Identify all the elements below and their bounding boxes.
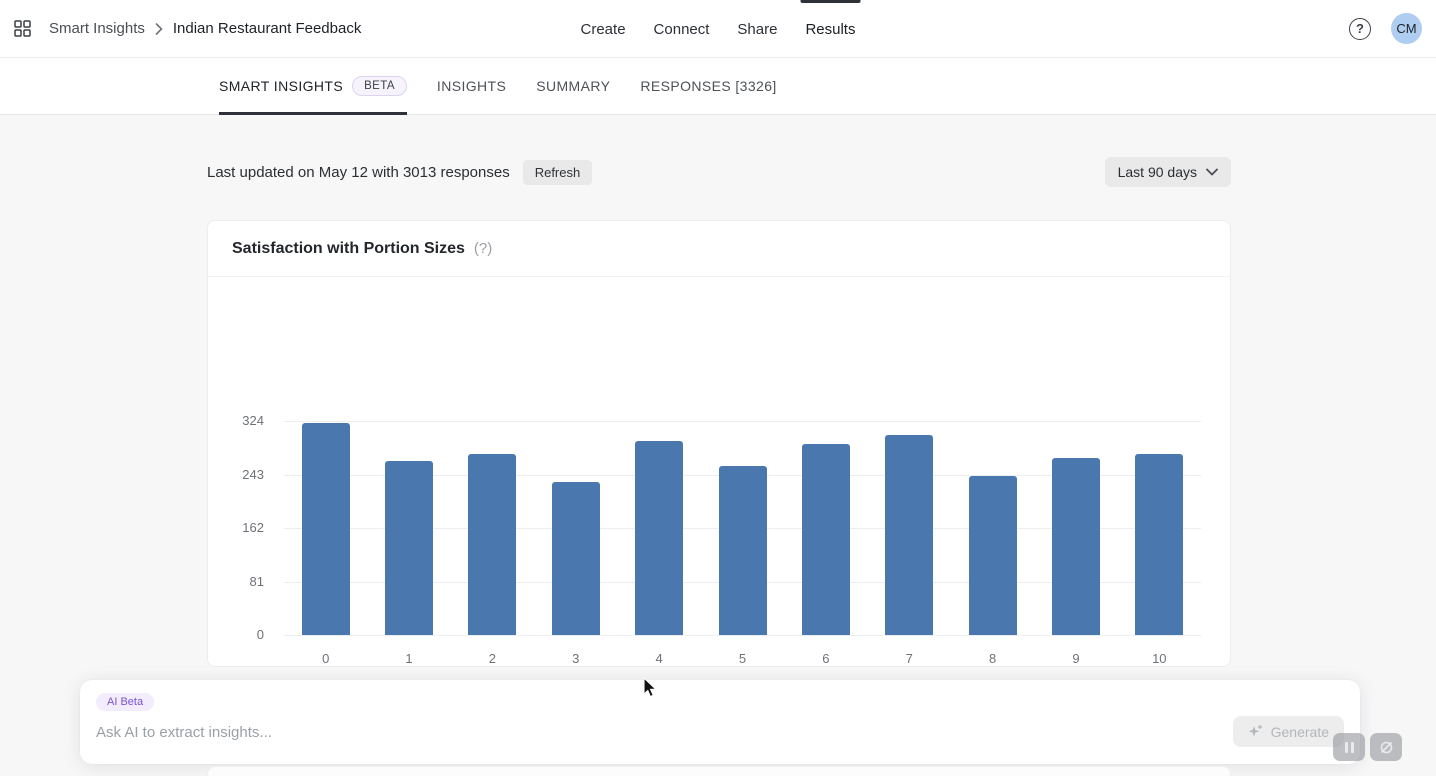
y-axis-tick: 243	[216, 467, 264, 482]
insight-card: Satisfaction with Portion Sizes (?) Numb…	[207, 220, 1231, 667]
tab-responses-label: RESPONSES [3326]	[640, 78, 776, 94]
primary-nav: Create Connect Share Results	[581, 0, 856, 58]
x-axis-tick: 5	[701, 651, 784, 666]
sparkle-icon	[1248, 724, 1263, 739]
x-axis-tick: 0	[284, 651, 367, 666]
x-axis-tick: 4	[617, 651, 700, 666]
x-axis-tick: 7	[868, 651, 951, 666]
apps-grid-icon[interactable]	[14, 20, 31, 37]
x-axis-tick: 1	[367, 651, 450, 666]
status-row: Last updated on May 12 with 3013 respons…	[207, 159, 1231, 185]
insight-card-header: Satisfaction with Portion Sizes (?)	[208, 221, 1230, 277]
generate-button-label: Generate	[1271, 724, 1329, 740]
x-axis-tick: 3	[534, 651, 617, 666]
bar[interactable]	[635, 441, 683, 635]
last-updated-text: Last updated on May 12 with 3013 respons…	[207, 164, 510, 181]
tab-responses[interactable]: RESPONSES [3326]	[640, 58, 776, 114]
navbar-right: ? CM	[1349, 13, 1422, 44]
help-icon[interactable]: ?	[1349, 18, 1371, 40]
bar[interactable]	[468, 454, 516, 635]
y-axis-tick: 324	[216, 413, 264, 428]
tab-summary-label: SUMMARY	[536, 78, 610, 94]
tab-insights[interactable]: INSIGHTS	[437, 58, 506, 114]
chart-plot: Number of responses 08116224332401234567…	[208, 277, 1230, 666]
content-area: Last updated on May 12 with 3013 respons…	[207, 159, 1231, 667]
nav-item-share[interactable]: Share	[737, 0, 777, 58]
gridline	[284, 421, 1201, 422]
insight-card-title: Satisfaction with Portion Sizes	[232, 240, 465, 258]
nav-item-create[interactable]: Create	[581, 0, 626, 58]
ai-prompt-input[interactable]	[96, 718, 1156, 746]
bar[interactable]	[885, 435, 933, 635]
nav-item-connect[interactable]: Connect	[654, 0, 710, 58]
bar[interactable]	[802, 444, 850, 635]
y-axis-tick: 81	[216, 574, 264, 589]
bar[interactable]	[302, 423, 350, 635]
y-axis-tick: 0	[216, 627, 264, 642]
bar[interactable]	[552, 482, 600, 635]
breadcrumb: Smart Insights Indian Restaurant Feedbac…	[14, 20, 361, 37]
breadcrumb-page: Indian Restaurant Feedback	[173, 20, 361, 37]
x-axis-tick: 8	[951, 651, 1034, 666]
recording-overlay-controls	[1333, 733, 1402, 761]
generate-button[interactable]: Generate	[1233, 716, 1344, 747]
date-range-dropdown[interactable]: Last 90 days	[1105, 157, 1231, 187]
bar[interactable]	[1052, 458, 1100, 635]
refresh-button[interactable]: Refresh	[523, 160, 593, 185]
chevron-down-icon	[1206, 168, 1218, 176]
x-axis-tick: 10	[1118, 651, 1201, 666]
beta-badge: BETA	[352, 76, 407, 96]
tab-summary[interactable]: SUMMARY	[536, 58, 610, 114]
tab-smart-insights[interactable]: SMART INSIGHTS BETA	[219, 58, 407, 114]
x-axis-tick: 9	[1034, 651, 1117, 666]
bar[interactable]	[1135, 454, 1183, 635]
x-axis-tick: 2	[451, 651, 534, 666]
breadcrumb-app[interactable]: Smart Insights	[49, 20, 145, 37]
x-axis-tick: 6	[784, 651, 867, 666]
top-navbar: Smart Insights Indian Restaurant Feedbac…	[0, 0, 1436, 58]
chevron-right-icon	[155, 23, 163, 35]
bar[interactable]	[969, 476, 1017, 635]
bar[interactable]	[719, 466, 767, 635]
results-tabbar: SMART INSIGHTS BETA INSIGHTS SUMMARY RES…	[0, 58, 1436, 115]
tab-insights-label: INSIGHTS	[437, 78, 506, 94]
next-insight-card-sliver	[207, 766, 1231, 776]
date-range-value: Last 90 days	[1118, 164, 1197, 180]
ai-beta-badge: AI Beta	[96, 693, 154, 711]
y-axis-tick: 162	[216, 520, 264, 535]
bar[interactable]	[385, 461, 433, 635]
nav-item-results[interactable]: Results	[805, 0, 855, 58]
ai-prompt-bar: AI Beta Generate	[80, 680, 1360, 764]
avatar[interactable]: CM	[1391, 13, 1422, 44]
insight-card-help-hint[interactable]: (?)	[474, 240, 492, 257]
gridline	[284, 635, 1201, 636]
tab-smart-insights-label: SMART INSIGHTS	[219, 78, 343, 94]
pause-icon[interactable]	[1333, 733, 1365, 761]
hide-icon[interactable]	[1370, 733, 1402, 761]
